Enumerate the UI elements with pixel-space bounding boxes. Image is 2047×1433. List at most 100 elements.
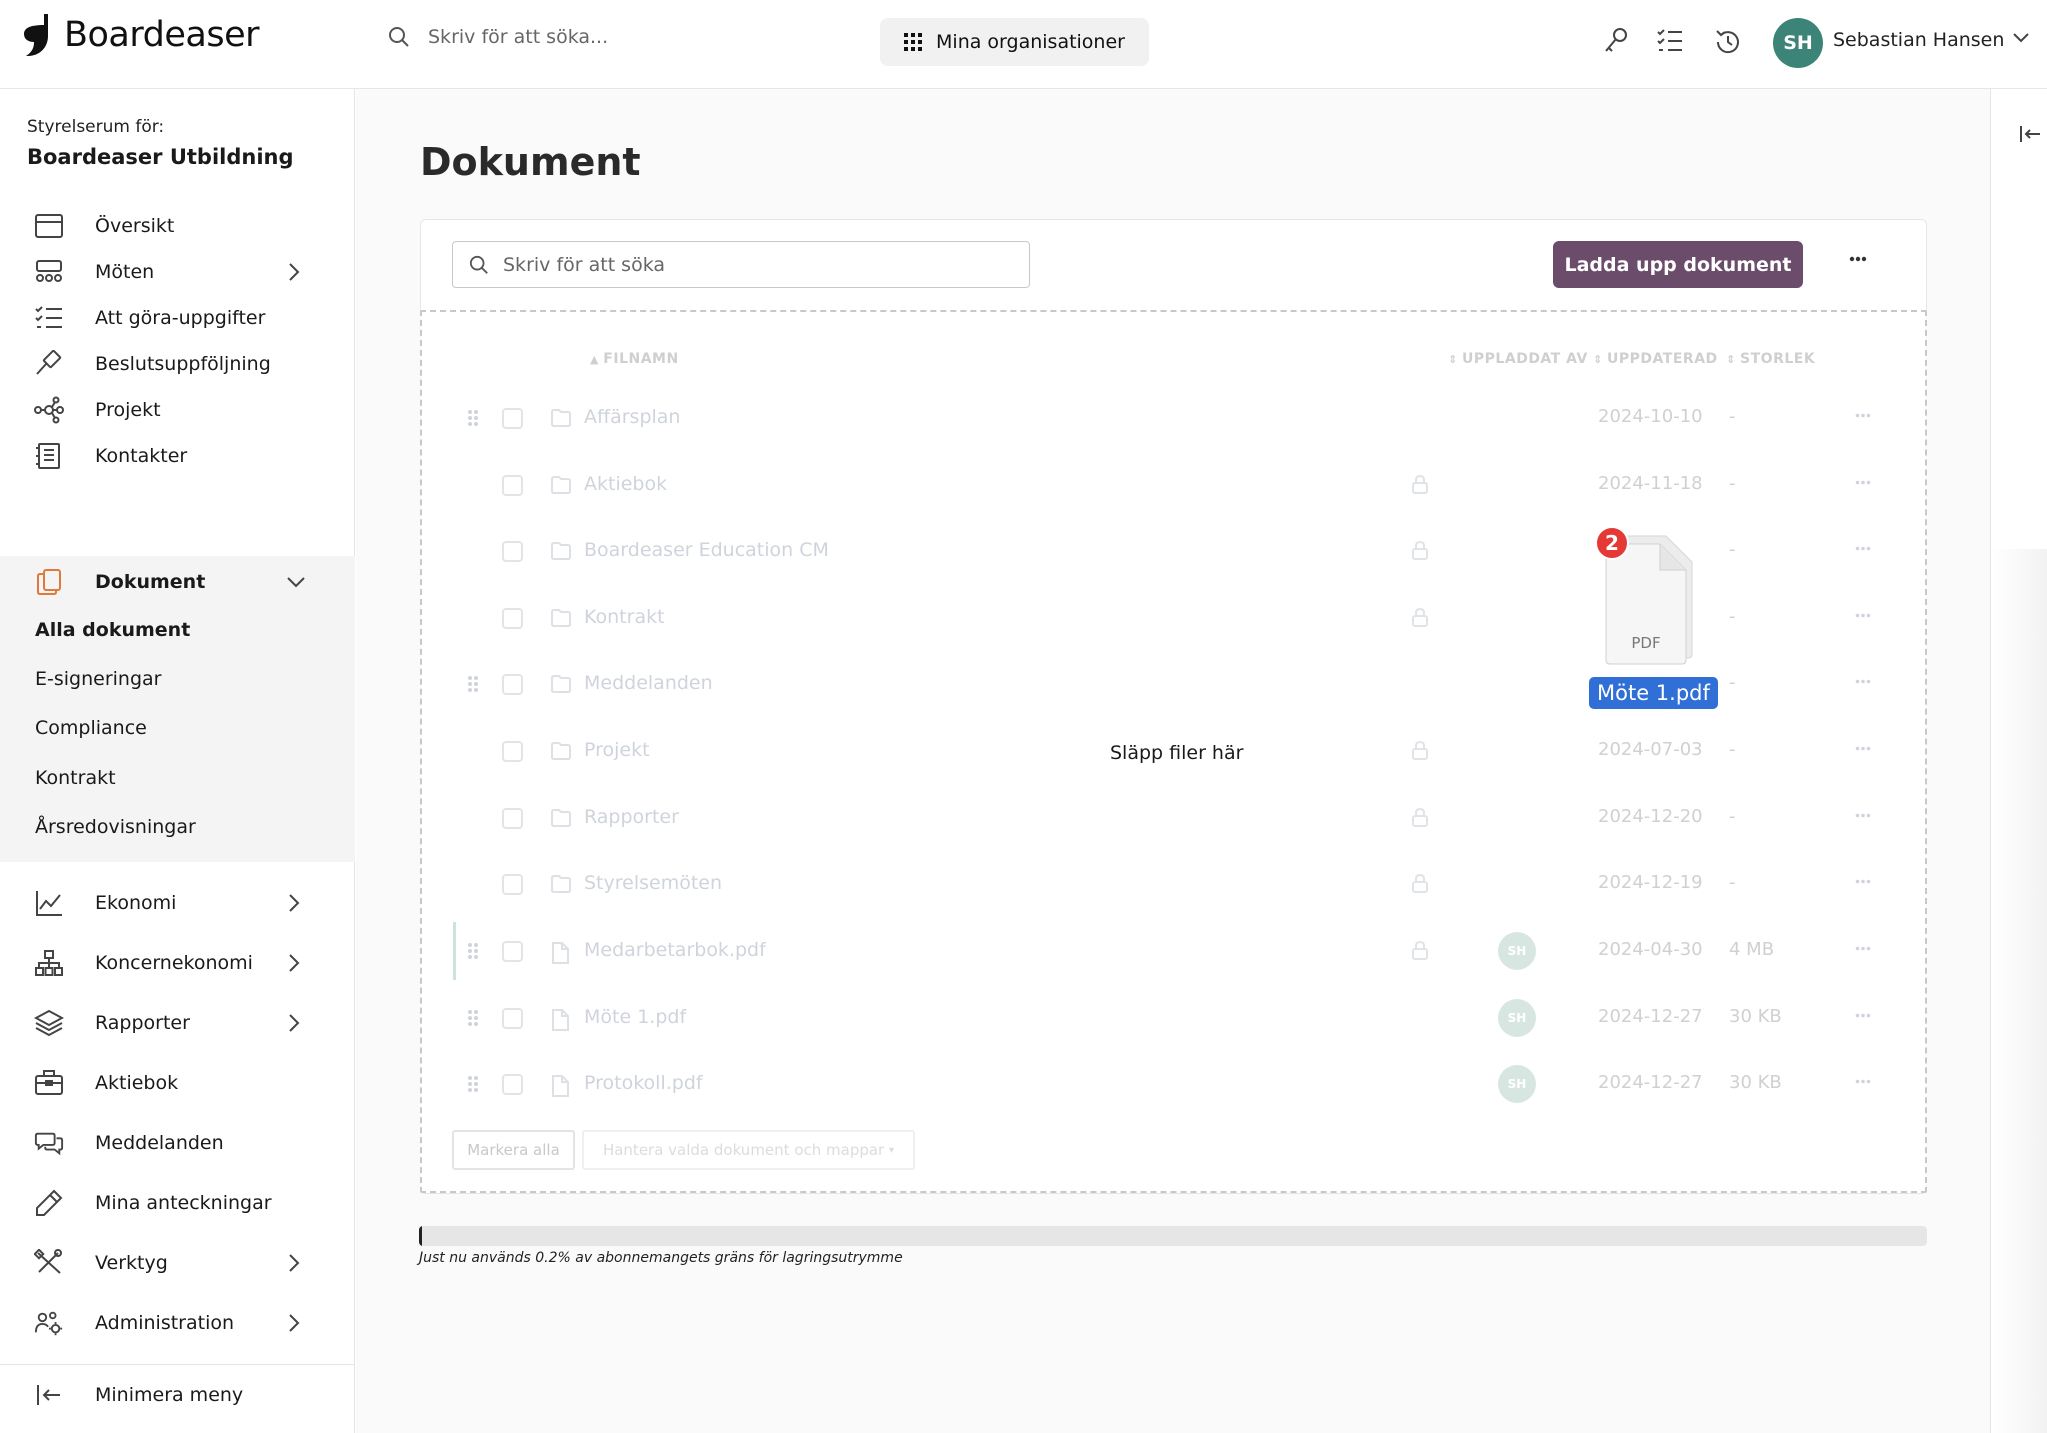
lock-icon xyxy=(1412,940,1428,960)
sidebar: Styrelserum för: Boardeaser Utbildning Ö… xyxy=(0,89,355,1433)
row-more-icon[interactable] xyxy=(1855,879,1871,884)
drag-handle-icon[interactable] xyxy=(467,409,479,427)
sidebar-item-label: Verktyg xyxy=(95,1252,168,1274)
row-updated: 2024-12-27 xyxy=(1598,1072,1703,1093)
drag-handle-icon[interactable] xyxy=(467,675,479,693)
sidebar-item-administration[interactable]: Administration xyxy=(0,1297,355,1349)
sidebar-sub-arsredovisningar[interactable]: Årsredovisningar xyxy=(35,816,196,838)
row-name[interactable]: Medarbetarbok.pdf xyxy=(584,939,766,961)
sidebar-item-rapporter[interactable]: Rapporter xyxy=(0,997,355,1049)
sidebar-item-kontakter[interactable]: Kontakter xyxy=(0,430,355,482)
row-updated: 2024-07-03 xyxy=(1598,739,1703,760)
row-more-icon[interactable] xyxy=(1855,746,1871,751)
pdf-file-icon xyxy=(552,942,569,964)
row-name[interactable]: Rapporter xyxy=(584,806,679,828)
drag-handle-icon[interactable] xyxy=(467,1009,479,1027)
row-checkbox[interactable] xyxy=(502,1008,523,1029)
row-checkbox[interactable] xyxy=(502,608,523,629)
my-organisations-button[interactable]: Mina organisationer xyxy=(880,18,1149,66)
row-more-icon[interactable] xyxy=(1855,946,1871,951)
sidebar-item-dokument[interactable]: Dokument xyxy=(0,556,355,608)
global-search[interactable]: Skriv för att söka... xyxy=(388,26,608,48)
row-name[interactable]: Meddelanden xyxy=(584,672,713,694)
uploader-avatar: SH xyxy=(1498,999,1536,1037)
sidebar-item-aktiebok[interactable]: Aktiebok xyxy=(0,1057,355,1109)
row-checkbox[interactable] xyxy=(502,475,523,496)
row-name[interactable]: Möte 1.pdf xyxy=(584,1006,686,1028)
sidebar-item-mina-anteckningar[interactable]: Mina anteckningar xyxy=(0,1177,355,1229)
row-name[interactable]: Styrelsemöten xyxy=(584,872,722,894)
sidebar-item-label: Koncernekonomi xyxy=(95,952,253,974)
sidebar-item-projekt[interactable]: Projekt xyxy=(0,384,355,436)
row-name[interactable]: Aktiebok xyxy=(584,473,667,495)
sidebar-item-label: Att göra-uppgifter xyxy=(95,307,266,329)
sidebar-sub-compliance[interactable]: Compliance xyxy=(35,717,147,739)
table-row[interactable]: Medarbetarbok.pdf SH 2024-04-30 4 MB xyxy=(440,922,1880,980)
manage-selected-button[interactable]: Hantera valda dokument och mappar ▾ xyxy=(582,1130,915,1170)
document-search-input[interactable] xyxy=(503,253,1023,276)
sidebar-item-moten[interactable]: Möten xyxy=(0,246,355,298)
table-row[interactable]: Styrelsemöten 2024-12-19 - xyxy=(440,855,1880,913)
minimize-menu-button[interactable]: Minimera meny xyxy=(0,1369,355,1421)
row-checkbox[interactable] xyxy=(502,874,523,895)
row-name[interactable]: Protokoll.pdf xyxy=(584,1072,703,1094)
column-header-uploaded-by[interactable]: ⇕ UPPLADDAT AV xyxy=(1448,351,1588,367)
row-more-icon[interactable] xyxy=(1855,679,1871,684)
row-checkbox[interactable] xyxy=(502,408,523,429)
collapse-panel-icon[interactable] xyxy=(2019,124,2041,144)
row-checkbox[interactable] xyxy=(502,674,523,695)
row-name[interactable]: Kontrakt xyxy=(584,606,665,628)
key-icon[interactable] xyxy=(1603,27,1629,57)
folder-icon xyxy=(551,809,571,827)
sidebar-sub-all-documents[interactable]: Alla dokument xyxy=(35,619,190,641)
user-avatar[interactable]: SH xyxy=(1773,18,1823,68)
row-more-icon[interactable] xyxy=(1855,480,1871,485)
row-name[interactable]: Affärsplan xyxy=(584,406,680,428)
more-options-icon[interactable] xyxy=(1849,256,1867,262)
row-checkbox[interactable] xyxy=(502,1074,523,1095)
drag-handle-icon[interactable] xyxy=(467,942,479,960)
sidebar-item-verktyg[interactable]: Verktyg xyxy=(0,1237,355,1289)
sidebar-item-oversikt[interactable]: Översikt xyxy=(0,200,355,252)
row-checkbox[interactable] xyxy=(502,941,523,962)
chevron-down-icon[interactable] xyxy=(2012,32,2030,44)
column-header-size[interactable]: ⇕ STORLEK xyxy=(1726,351,1815,367)
logo[interactable]: Boardeaser xyxy=(24,12,260,58)
table-row[interactable]: Protokoll.pdf SH 2024-12-27 30 KB xyxy=(440,1055,1880,1113)
table-row[interactable]: Rapporter 2024-12-20 - xyxy=(440,789,1880,847)
sidebar-item-meddelanden[interactable]: Meddelanden xyxy=(0,1117,355,1169)
row-more-icon[interactable] xyxy=(1855,613,1871,618)
column-header-filename[interactable]: ▲ FILNAMN xyxy=(590,351,679,367)
checklist-icon[interactable] xyxy=(1656,27,1684,55)
table-row[interactable]: Affärsplan 2024-10-10 - xyxy=(440,389,1880,447)
search-icon xyxy=(469,255,488,274)
row-updated: 2024-11-18 xyxy=(1598,473,1703,494)
row-name[interactable]: Boardeaser Education CM xyxy=(584,539,829,561)
drag-handle-icon[interactable] xyxy=(467,1075,479,1093)
user-name[interactable]: Sebastian Hansen xyxy=(1833,29,2004,51)
column-header-updated[interactable]: ⇕ UPPDATERAD xyxy=(1593,351,1718,367)
sidebar-sub-e-signeringar[interactable]: E-signeringar xyxy=(35,668,161,690)
row-more-icon[interactable] xyxy=(1855,813,1871,818)
sidebar-sub-kontrakt[interactable]: Kontrakt xyxy=(35,767,116,789)
sidebar-item-ekonomi[interactable]: Ekonomi xyxy=(0,877,355,929)
row-more-icon[interactable] xyxy=(1855,413,1871,418)
table-row[interactable]: Möte 1.pdf SH 2024-12-27 30 KB xyxy=(440,989,1880,1047)
sidebar-item-beslutsuppfoljning[interactable]: Beslutsuppföljning xyxy=(0,338,355,390)
upload-document-button[interactable]: Ladda upp dokument xyxy=(1553,241,1803,288)
history-icon[interactable] xyxy=(1713,27,1743,57)
sidebar-item-koncernekonomi[interactable]: Koncernekonomi xyxy=(0,937,355,989)
table-row[interactable]: Aktiebok 2024-11-18 - xyxy=(440,456,1880,514)
row-name[interactable]: Projekt xyxy=(584,739,650,761)
row-updated: 2024-04-30 xyxy=(1598,939,1703,960)
row-more-icon[interactable] xyxy=(1855,1013,1871,1018)
select-all-button[interactable]: Markera alla xyxy=(452,1130,575,1170)
row-checkbox[interactable] xyxy=(502,808,523,829)
row-more-icon[interactable] xyxy=(1855,1079,1871,1084)
row-more-icon[interactable] xyxy=(1855,546,1871,551)
row-checkbox[interactable] xyxy=(502,741,523,762)
pdf-file-icon xyxy=(552,1075,569,1097)
sidebar-item-att-gora[interactable]: Att göra-uppgifter xyxy=(0,292,355,344)
row-checkbox[interactable] xyxy=(502,541,523,562)
document-search-field[interactable] xyxy=(452,241,1030,288)
